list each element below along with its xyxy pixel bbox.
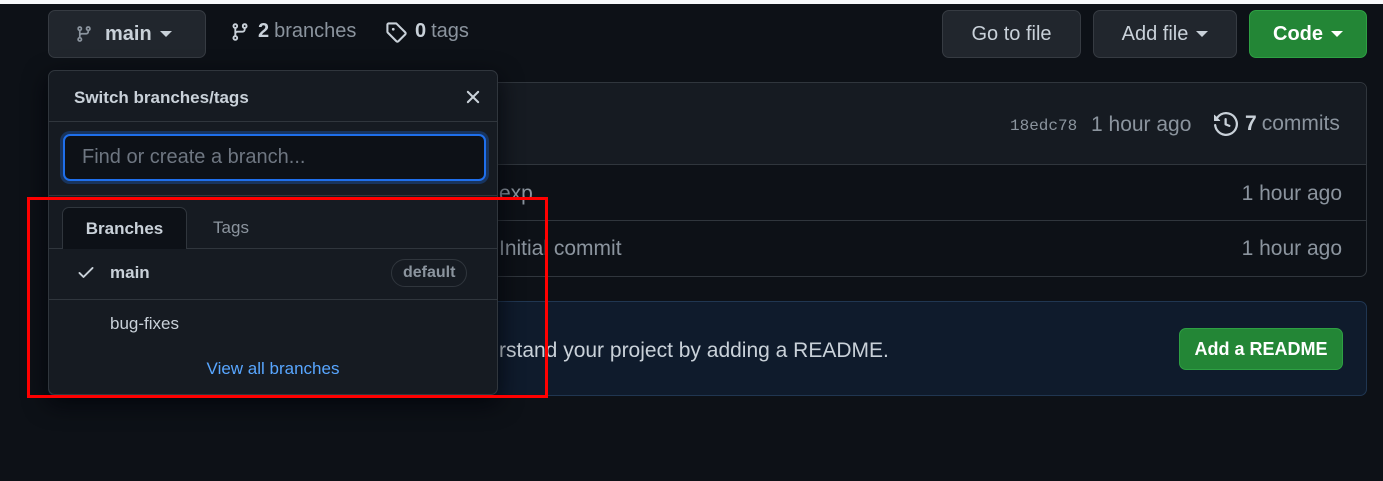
file-commit-message[interactable]: Initial commit <box>499 237 622 261</box>
branch-name: main <box>110 263 150 282</box>
add-file-button[interactable]: Add file <box>1093 10 1237 58</box>
chevron-down-icon <box>1196 31 1209 37</box>
dropdown-title: Switch branches/tags <box>74 88 249 107</box>
commit-sha[interactable]: 18edc78 <box>1010 117 1077 135</box>
check-icon <box>78 267 94 278</box>
branch-switcher-dropdown: Switch branches/tags Branches Tags main … <box>48 70 498 395</box>
file-commit-message[interactable]: exp <box>499 182 533 206</box>
close-icon[interactable] <box>462 86 484 108</box>
branch-search-input[interactable] <box>63 134 486 181</box>
top-border <box>0 0 1383 4</box>
tags-count: 0 <box>415 20 427 42</box>
commit-time: 1 hour ago <box>1091 113 1192 136</box>
chevron-down-icon <box>159 31 172 37</box>
add-readme-label: Add a README <box>1194 338 1328 359</box>
view-all-branches-link[interactable]: View all branches <box>49 359 497 379</box>
chevron-down-icon <box>1331 31 1343 37</box>
tag-icon <box>386 21 407 43</box>
tab-branches[interactable]: Branches <box>62 207 187 249</box>
branches-label: branches <box>274 20 357 42</box>
branch-select-label: main <box>105 22 152 45</box>
commits-count: 7 <box>1245 112 1257 135</box>
go-to-file-label: Go to file <box>971 22 1052 45</box>
divider <box>49 195 497 196</box>
code-label: Code <box>1273 22 1323 45</box>
readme-banner-text: rstand your project by adding a README. <box>499 339 889 362</box>
add-file-label: Add file <box>1121 22 1189 45</box>
divider <box>49 121 497 122</box>
commits-label: commits <box>1261 112 1340 135</box>
code-button[interactable]: Code <box>1249 10 1367 58</box>
branch-item-bug-fixes[interactable]: bug-fixes <box>49 299 497 349</box>
branches-link[interactable]: 2 branches <box>230 20 356 43</box>
branches-count: 2 <box>258 20 270 42</box>
tab-tags[interactable]: Tags <box>189 207 273 249</box>
file-commit-time: 1 hour ago <box>1241 182 1342 205</box>
default-badge: default <box>391 259 468 287</box>
branch-item-main[interactable]: main default <box>49 248 497 298</box>
add-readme-button[interactable]: Add a README <box>1179 328 1343 370</box>
git-branch-icon <box>232 22 248 41</box>
file-commit-time: 1 hour ago <box>1241 237 1342 260</box>
commits-link[interactable]: 7 commits <box>1214 112 1340 136</box>
branch-select-button[interactable]: main <box>48 10 206 58</box>
branch-name: bug-fixes <box>110 314 179 333</box>
tags-label: tags <box>431 20 469 42</box>
git-branch-icon <box>77 26 91 42</box>
history-icon <box>1214 112 1238 136</box>
tags-link[interactable]: 0 tags <box>385 20 469 43</box>
go-to-file-button[interactable]: Go to file <box>942 10 1081 58</box>
